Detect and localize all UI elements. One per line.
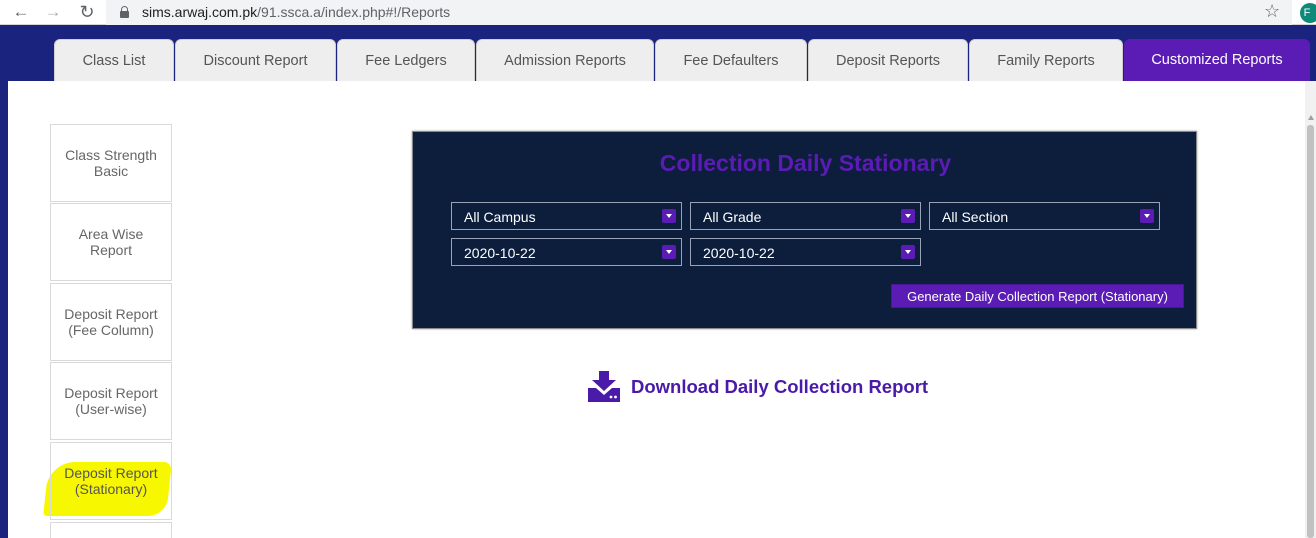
report-filter-card: Collection Daily Stationary All Campus A…	[412, 131, 1197, 329]
profile-avatar[interactable]: F	[1300, 3, 1316, 23]
grade-select[interactable]: All Grade	[690, 202, 921, 230]
chevron-down-icon	[662, 209, 676, 223]
browser-toolbar: ← → ↻ sims.arwaj.com.pk/91.ssca.a/index.…	[0, 0, 1316, 25]
back-arrow-icon[interactable]: ←	[10, 2, 32, 24]
download-link-label: Download Daily Collection Report	[631, 376, 929, 397]
chevron-down-icon	[901, 209, 915, 223]
url-text[interactable]: sims.arwaj.com.pk/91.ssca.a/index.php#!/…	[142, 4, 450, 20]
bookmark-star-icon[interactable]: ☆	[1264, 1, 1280, 22]
download-report-link[interactable]: Download Daily Collection Report	[586, 370, 928, 404]
generate-report-button[interactable]: Generate Daily Collection Report (Statio…	[891, 284, 1184, 308]
campus-select[interactable]: All Campus	[451, 202, 682, 230]
tab-admission-reports[interactable]: Admission Reports	[476, 39, 654, 81]
tab-customized-reports[interactable]: Customized Reports	[1124, 39, 1310, 81]
tab-class-list[interactable]: Class List	[54, 39, 174, 81]
section-select[interactable]: All Section	[929, 202, 1160, 230]
report-tabs: Class List Discount Report Fee Ledgers A…	[0, 26, 1316, 81]
date-to-select[interactable]: 2020-10-22	[690, 238, 921, 266]
section-select-value: All Section	[942, 209, 1009, 225]
url-path: /91.ssca.a/index.php#!/Reports	[257, 4, 451, 20]
tab-discount-report[interactable]: Discount Report	[175, 39, 336, 81]
tab-deposit-reports[interactable]: Deposit Reports	[808, 39, 968, 81]
address-bar[interactable]: sims.arwaj.com.pk/91.ssca.a/index.php#!/…	[106, 0, 1292, 25]
grade-select-value: All Grade	[703, 209, 762, 225]
reload-icon[interactable]: ↻	[76, 2, 98, 24]
scroll-up-arrow-icon[interactable]	[1308, 115, 1314, 120]
chevron-down-icon	[901, 245, 915, 259]
chevron-down-icon	[1140, 209, 1154, 223]
sidebar-item-deposit-report-user-wise[interactable]: Deposit Report (User-wise)	[50, 362, 172, 440]
tab-fee-defaulters[interactable]: Fee Defaulters	[655, 39, 807, 81]
date-from-select[interactable]: 2020-10-22	[451, 238, 682, 266]
sidebar-item-deposit-report-fee-column[interactable]: Deposit Report (Fee Column)	[50, 283, 172, 361]
date-from-value: 2020-10-22	[464, 245, 536, 261]
forward-arrow-icon[interactable]: →	[42, 2, 64, 24]
tab-family-reports[interactable]: Family Reports	[969, 39, 1123, 81]
chevron-down-icon	[662, 245, 676, 259]
sidebar-item-area-wise-report[interactable]: Area Wise Report	[50, 203, 172, 281]
vertical-scrollbar[interactable]	[1305, 81, 1316, 538]
sidebar-item-class-strength-basic[interactable]: Class Strength Basic	[50, 124, 172, 202]
report-title: Collection Daily Stationary	[659, 150, 952, 176]
sidebar-item-deposit-report-stationary[interactable]: Deposit Report (Stationary)	[50, 442, 172, 520]
date-to-value: 2020-10-22	[703, 245, 775, 261]
url-domain: sims.arwaj.com.pk	[142, 4, 258, 20]
download-icon	[588, 371, 620, 402]
sidebar-item-next[interactable]	[50, 522, 172, 538]
lock-icon	[120, 6, 129, 18]
scrollbar-thumb[interactable]	[1307, 125, 1314, 538]
campus-select-value: All Campus	[464, 209, 536, 225]
tab-fee-ledgers[interactable]: Fee Ledgers	[337, 39, 475, 81]
